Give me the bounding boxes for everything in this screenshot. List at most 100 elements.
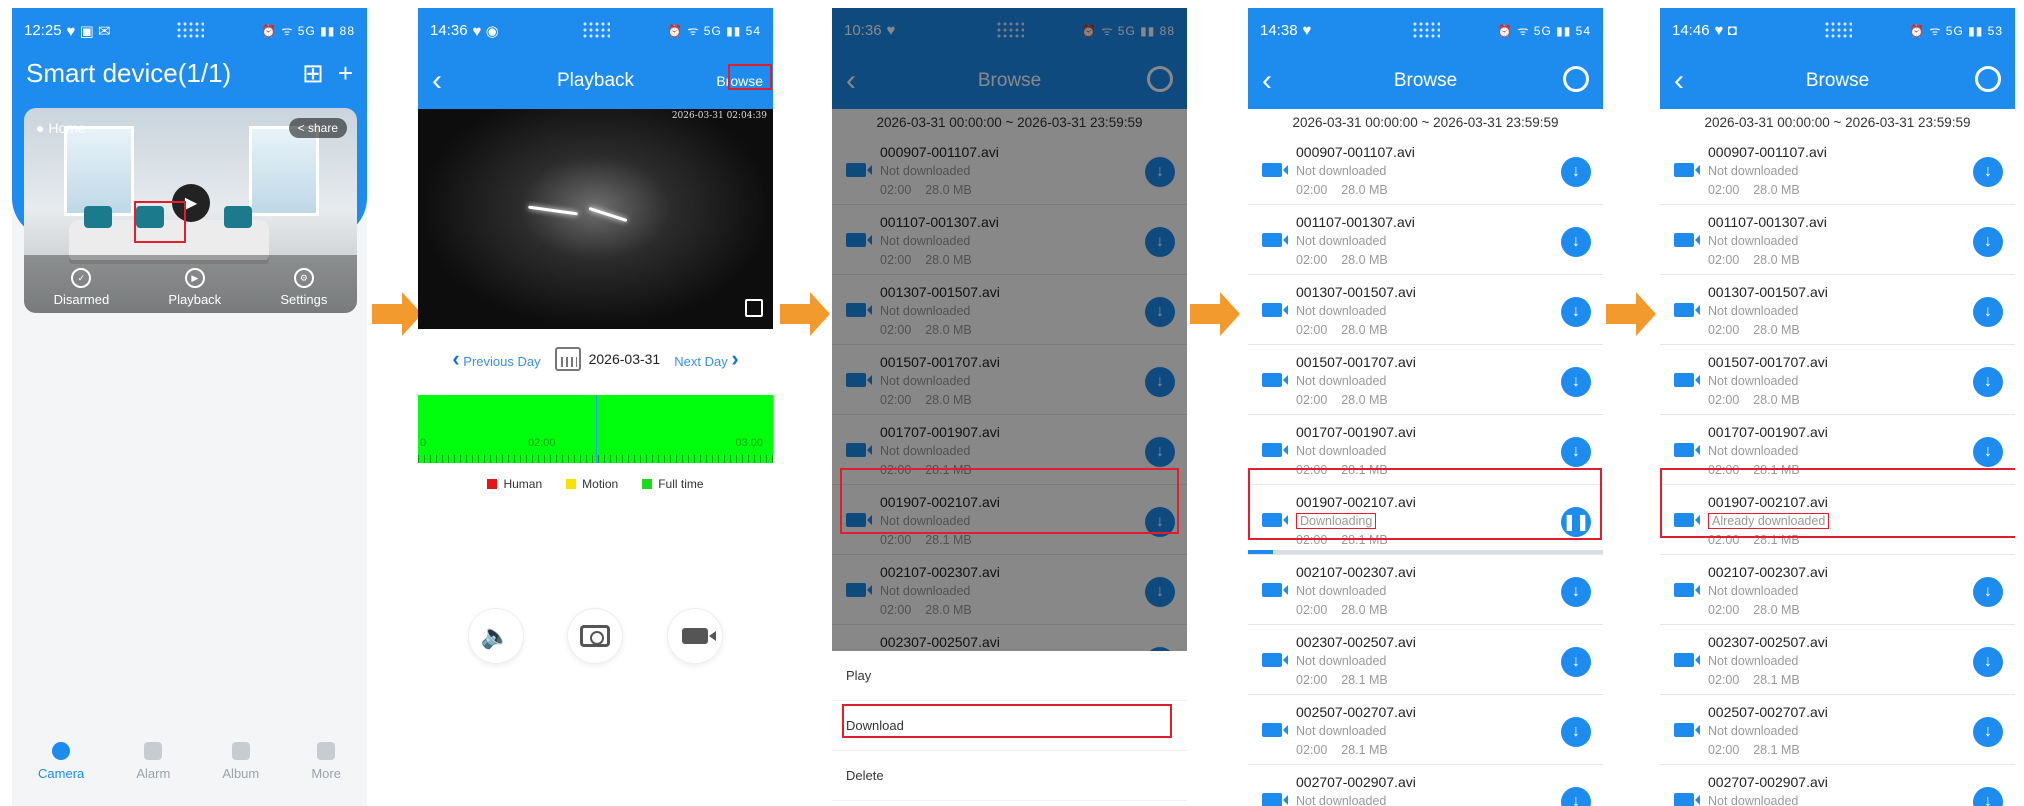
status-time: 14:36 — [430, 22, 468, 39]
record-button[interactable] — [667, 608, 724, 664]
notification-icon: ♥ ▣ ✉ — [66, 22, 111, 40]
file-name: 001507-001707.avi — [1708, 354, 1828, 370]
download-button[interactable]: ↓ — [1561, 647, 1591, 677]
list-item[interactable]: 001107-001307.avi Not downloaded 02:00 28.… — [1248, 205, 1603, 275]
playback-button[interactable]: ▶ Playback — [168, 268, 221, 307]
tab-camera[interactable]: Camera — [38, 742, 84, 798]
panel-device-list: 12:25 ♥ ▣ ✉ ⏰ ᯤ 5G ▮▮ 88 Smart device(1/1… — [12, 8, 367, 806]
list-item[interactable]: 001307-001507.avi Not downloaded 02:00 28.… — [1248, 275, 1603, 345]
list-item[interactable]: 002507-002707.avi Not downloaded 02:00 28.… — [1660, 695, 2015, 765]
video-file-icon — [1674, 793, 1700, 806]
download-button[interactable]: ↓ — [1561, 367, 1591, 397]
list-item[interactable]: 002307-002507.avi Not downloaded 02:00 28.… — [1248, 625, 1603, 695]
list-item[interactable]: 001507-001707.avi Not downloaded 02:00 28.… — [1660, 345, 2015, 415]
pillow-image — [224, 206, 252, 228]
fullscreen-icon[interactable] — [745, 299, 763, 317]
download-button[interactable]: ↓ — [1561, 157, 1591, 187]
file-name: 000907-001107.avi — [1296, 144, 1415, 160]
status-time: 12:25 — [24, 22, 62, 39]
next-day-button[interactable]: Next Day › — [674, 346, 738, 372]
previous-day-button[interactable]: ‹ Previous Day — [452, 346, 540, 372]
download-status: Not downloaded — [1296, 304, 1387, 318]
download-status: Not downloaded — [1296, 444, 1387, 458]
download-button[interactable]: ↓ — [1973, 227, 2003, 257]
date-range: 2026-03-31 00:00:00 ~ 2026-03-31 23:59:5… — [1292, 114, 1559, 130]
video-file-icon — [1674, 583, 1700, 597]
tab-album[interactable]: Album — [222, 742, 259, 798]
download-button[interactable]: ↓ — [1973, 577, 2003, 607]
highlight-downloaded-item — [1660, 468, 2015, 538]
video-file-icon — [1262, 443, 1288, 457]
download-status: Not downloaded — [1708, 234, 1799, 248]
light-streak — [588, 206, 628, 223]
day-navigator: ‹ Previous Day 2026-03-31 Next Day › — [418, 329, 773, 389]
search-icon[interactable] — [1563, 66, 1589, 92]
video-player[interactable]: 2026-03-31 02:04:39 — [418, 109, 773, 329]
status-bar: 14:36 ♥ ◉ ⏰ ᯤ 5G ▮▮ 54 — [418, 8, 773, 53]
download-button[interactable]: ↓ — [1973, 647, 2003, 677]
download-button[interactable]: ↓ — [1561, 297, 1591, 327]
list-item[interactable]: 000907-001107.avi Not downloaded 02:00 28.… — [1660, 135, 2015, 205]
list-item[interactable]: 002107-002307.avi Not downloaded 02:00 28.… — [1660, 555, 2015, 625]
download-button[interactable]: ↓ — [1561, 787, 1591, 806]
download-button[interactable]: ↓ — [1561, 437, 1591, 467]
download-button[interactable]: ↓ — [1973, 787, 2003, 806]
download-button[interactable]: ↓ — [1973, 297, 2003, 327]
back-icon[interactable]: ‹ — [432, 66, 442, 96]
list-item[interactable]: 002707-002907.avi Not downloaded ↓ — [1660, 765, 2015, 806]
download-button[interactable]: ↓ — [1973, 367, 2003, 397]
snapshot-button[interactable] — [567, 608, 624, 664]
share-button[interactable]: < share — [288, 118, 347, 138]
back-icon[interactable]: ‹ — [1262, 66, 1272, 96]
download-status: Not downloaded — [1296, 164, 1387, 178]
playback-controls: 🔈 — [418, 608, 773, 664]
download-button[interactable]: ↓ — [1561, 717, 1591, 747]
panel-playback: 14:36 ♥ ◉ ⏰ ᯤ 5G ▮▮ 54 ‹ Playback Browse … — [418, 8, 773, 806]
settings-icon: ⚙ — [293, 268, 314, 288]
legend-human: Human — [487, 477, 542, 491]
settings-button[interactable]: ⚙ Settings — [280, 268, 327, 307]
download-status: Not downloaded — [1296, 584, 1387, 598]
list-item[interactable]: 001507-001707.avi Not downloaded 02:00 28.… — [1248, 345, 1603, 415]
play-option[interactable]: Play — [832, 651, 1187, 701]
volume-button[interactable]: 🔈 — [467, 608, 524, 664]
back-icon[interactable]: ‹ — [1674, 66, 1684, 96]
download-button[interactable]: ↓ — [1973, 157, 2003, 187]
list-item[interactable]: 000907-001107.avi Not downloaded 02:00 28.… — [1248, 135, 1603, 205]
grid-view-icon[interactable]: ⊞ — [302, 58, 324, 89]
download-button[interactable]: ↓ — [1973, 717, 2003, 747]
download-button[interactable]: ↓ — [1561, 227, 1591, 257]
calendar-icon[interactable] — [554, 347, 581, 371]
file-meta: 02:00 28.0 MB — [1708, 323, 1800, 337]
list-item[interactable]: 002107-002307.avi Not downloaded 02:00 28.… — [1248, 555, 1603, 625]
download-button[interactable]: ↓ — [1561, 577, 1591, 607]
step-arrow — [1190, 292, 1240, 336]
list-item[interactable]: 002507-002707.avi Not downloaded 02:00 28.… — [1248, 695, 1603, 765]
download-status: Not downloaded — [1708, 724, 1799, 738]
list-item[interactable]: 001107-001307.avi Not downloaded 02:00 28.… — [1660, 205, 2015, 275]
timeline-ticks — [418, 455, 773, 463]
status-bar: 12:25 ♥ ▣ ✉ ⏰ ᯤ 5G ▮▮ 88 — [12, 8, 367, 53]
list-item[interactable]: 002707-002907.avi Not downloaded ↓ — [1248, 765, 1603, 806]
overlay-dim — [832, 8, 1187, 651]
chevron-right-icon: › — [731, 346, 739, 371]
device-card[interactable]: ▶ ● Home < share ✓ Disarmed ▶ Playback ⚙ Se… — [24, 108, 357, 313]
timeline[interactable]: 0 02:00 03:00 — [418, 395, 773, 463]
delete-option[interactable]: Delete — [832, 751, 1187, 801]
status-time: 14:38 — [1260, 22, 1298, 39]
file-name: 001707-001907.avi — [1708, 424, 1828, 440]
step-arrow — [780, 292, 830, 336]
list-item[interactable]: 001307-001507.avi Not downloaded 02:00 28.… — [1660, 275, 2015, 345]
disarmed-button[interactable]: ✓ Disarmed — [54, 268, 109, 307]
card-controls: ✓ Disarmed ▶ Playback ⚙ Settings — [24, 255, 357, 313]
camera-thumbnail: ▶ ● Home < share — [24, 108, 357, 260]
download-button[interactable]: ↓ — [1973, 437, 2003, 467]
tab-alarm[interactable]: Alarm — [136, 742, 170, 798]
list-item[interactable]: 002307-002507.avi Not downloaded 02:00 28.… — [1660, 625, 2015, 695]
tab-more[interactable]: More — [311, 742, 341, 798]
file-name: 001107-001307.avi — [1708, 214, 1827, 230]
file-meta: 02:00 28.0 MB — [1708, 393, 1800, 407]
search-icon[interactable] — [1975, 66, 2001, 92]
add-device-icon[interactable]: + — [338, 58, 353, 89]
status-time: 14:46 — [1672, 22, 1710, 39]
